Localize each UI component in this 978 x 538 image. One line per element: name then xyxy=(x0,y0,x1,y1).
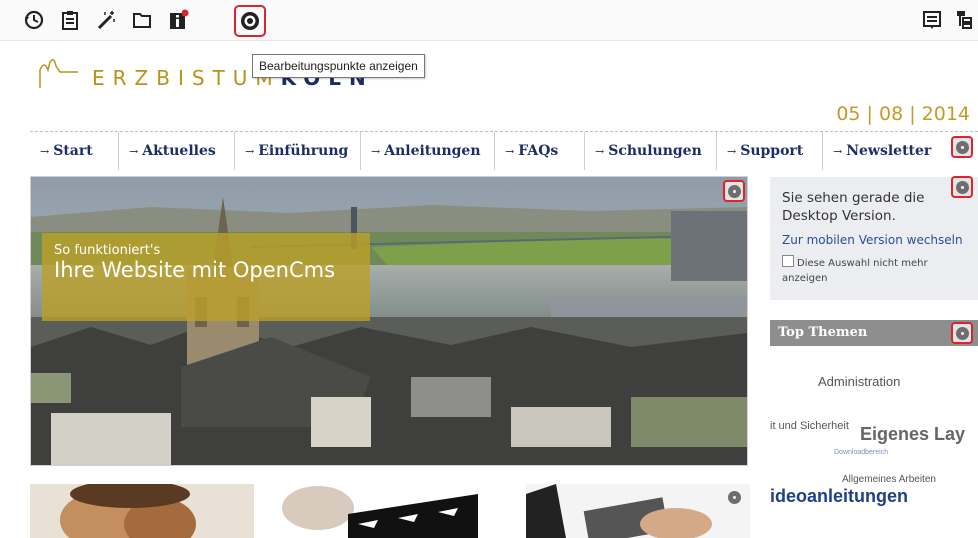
history-icon[interactable] xyxy=(20,6,48,34)
date-display: 05 | 08 | 2014 xyxy=(836,103,970,125)
nav-item-faqs[interactable]: → FAQs xyxy=(494,132,584,170)
desktop-version-text: Sie sehen gerade die Desktop Version. xyxy=(782,190,925,224)
nav-label: Newsletter xyxy=(846,143,932,159)
edit-points-icon xyxy=(241,12,259,30)
people-image xyxy=(30,484,254,538)
edit-point-themes-icon[interactable] xyxy=(951,322,973,344)
nav-item-einfuehrung[interactable]: → Einführung xyxy=(234,132,360,170)
nav-label: Aktuelles xyxy=(142,143,216,159)
nav-arrow: → xyxy=(371,144,381,158)
nav-label: Anleitungen xyxy=(384,143,481,159)
tooltip: Bearbeitungspunkte anzeigen xyxy=(252,54,425,78)
editor-toolbar xyxy=(0,0,978,41)
main-navigation: → Start → Aktuelles → Einführung → Anleitung… xyxy=(30,131,978,170)
keyboard-image xyxy=(526,484,750,538)
hero-caption-title: Ihre Website mit OpenCms xyxy=(54,258,336,282)
dont-show-again-checkbox[interactable] xyxy=(782,255,794,267)
nav-label: FAQs xyxy=(518,143,559,159)
dont-show-again-option[interactable]: Diese Auswahl nicht mehr anzeigen xyxy=(782,255,962,286)
thumbnail-people[interactable] xyxy=(30,484,254,538)
edit-point-sidebar-icon[interactable] xyxy=(951,176,973,198)
edit-point-nav-icon[interactable] xyxy=(951,136,973,158)
dont-show-again-label: Diese Auswahl nicht mehr anzeigen xyxy=(782,258,928,284)
nav-arrow: → xyxy=(245,144,255,158)
nav-item-schulungen[interactable]: → Schulungen xyxy=(584,132,716,170)
clipboard-icon[interactable] xyxy=(56,6,84,34)
tag-downloadbereich[interactable]: Downloadbereich xyxy=(834,449,888,456)
mobile-version-link[interactable]: Zur mobilen Version wechseln xyxy=(782,233,963,247)
cologne-panorama-image xyxy=(31,177,747,465)
tag-videoanleitungen[interactable]: ideoanleitungen xyxy=(770,486,908,507)
top-themes-header: Top Themen xyxy=(770,320,978,346)
edit-point-hero-icon[interactable] xyxy=(723,180,745,202)
nav-label: Start xyxy=(53,143,93,159)
nav-arrow: → xyxy=(727,144,737,158)
hero-image xyxy=(30,176,748,466)
folder-icon[interactable] xyxy=(128,6,156,34)
info-icon[interactable] xyxy=(164,6,192,34)
clapperboard-image xyxy=(278,484,502,538)
edit-point-thumb-icon[interactable] xyxy=(723,486,745,508)
thumbnail-keyboard[interactable] xyxy=(526,484,750,538)
tag-sicherheit[interactable]: it und Sicherheit xyxy=(770,420,849,432)
nav-arrow: → xyxy=(40,144,50,158)
nav-item-support[interactable]: → Support xyxy=(716,132,822,170)
list-icon[interactable] xyxy=(918,6,946,34)
nav-item-start[interactable]: → Start xyxy=(30,132,118,170)
nav-item-aktuelles[interactable]: → Aktuelles xyxy=(118,132,234,170)
nav-arrow: → xyxy=(129,144,139,158)
hero-caption: So funktioniert's Ihre Website mit OpenC… xyxy=(42,233,370,321)
logo-mark xyxy=(39,59,78,88)
thumbnail-clapperboard[interactable] xyxy=(278,484,502,538)
nav-label: Support xyxy=(740,143,804,159)
nav-label: Einführung xyxy=(258,143,349,159)
tag-eigenes-layout[interactable]: Eigenes Lay xyxy=(860,424,965,445)
magic-wand-icon[interactable] xyxy=(92,6,120,34)
edit-points-button[interactable] xyxy=(234,5,266,37)
nav-arrow: → xyxy=(833,144,843,158)
nav-item-newsletter[interactable]: → Newsletter xyxy=(822,132,948,170)
tag-administration[interactable]: Administration xyxy=(818,374,900,389)
nav-label: Schulungen xyxy=(608,143,702,159)
nav-item-anleitungen[interactable]: → Anleitungen xyxy=(360,132,494,170)
hero-caption-subtitle: So funktioniert's xyxy=(54,243,161,258)
tag-allgemeines-arbeiten[interactable]: Allgemeines Arbeiten xyxy=(842,474,936,485)
nav-arrow: → xyxy=(595,144,605,158)
nav-arrow: → xyxy=(505,144,515,158)
sitemap-icon[interactable] xyxy=(952,6,976,34)
